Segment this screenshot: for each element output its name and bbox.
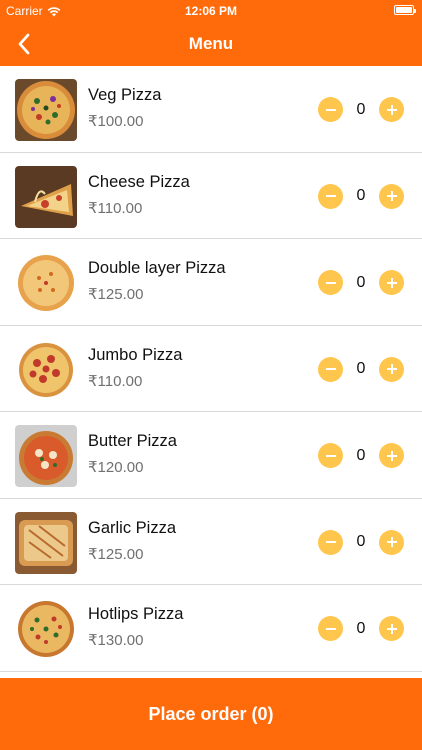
double-layer-pizza-photo xyxy=(15,252,77,314)
increase-button[interactable] xyxy=(379,443,404,468)
plus-icon xyxy=(386,364,397,374)
minus-icon xyxy=(325,108,336,111)
butter-pizza-photo xyxy=(15,425,77,487)
battery-icon xyxy=(394,5,416,15)
item-price: ₹100.00 xyxy=(88,113,144,130)
decrease-button[interactable] xyxy=(318,616,343,641)
plus-icon xyxy=(386,537,397,547)
item-name: Cheese Pizza xyxy=(88,172,190,191)
increase-button[interactable] xyxy=(379,529,404,555)
item-name: Veg Pizza xyxy=(88,86,162,104)
jumbo-pizza-photo xyxy=(15,338,77,401)
plus-icon xyxy=(386,623,397,634)
item-price: ₹120.00 xyxy=(88,459,144,476)
decrease-button[interactable] xyxy=(318,183,343,209)
garlic-pizza-photo xyxy=(15,511,77,574)
minus-icon xyxy=(325,541,336,543)
menu-item-row: Hotlips Pizza ₹130.00 0 xyxy=(0,585,422,672)
menu-item-row: Butter Pizza ₹120.00 0 xyxy=(0,412,422,499)
menu-item-row: Veg Pizza ₹100.00 0 xyxy=(0,66,422,153)
quantity-stepper: 0 xyxy=(318,97,404,122)
menu-item-row: Jumbo Pizza ₹110.00 0 xyxy=(0,326,422,412)
menu-item-row: Double layer Pizza ₹125.00 0 xyxy=(0,239,422,326)
item-name: Butter Pizza xyxy=(88,432,177,450)
item-name: Garlic Pizza xyxy=(88,518,177,537)
minus-icon xyxy=(325,454,336,457)
decrease-button[interactable] xyxy=(318,97,343,122)
decrease-button[interactable] xyxy=(318,270,343,295)
increase-button[interactable] xyxy=(379,270,404,295)
quantity-value: 0 xyxy=(356,273,366,291)
quantity-stepper: 0 xyxy=(318,616,404,641)
decrease-button[interactable] xyxy=(318,529,343,555)
quantity-value: 0 xyxy=(356,187,366,204)
quantity-stepper: 0 xyxy=(318,356,404,382)
quantity-value: 0 xyxy=(356,533,366,550)
hotlips-pizza-photo xyxy=(15,598,77,660)
menu-item-row: Garlic Pizza ₹125.00 0 xyxy=(0,499,422,585)
quantity-stepper: 0 xyxy=(318,270,404,295)
plus-icon xyxy=(386,277,397,288)
item-name: Jumbo Pizza xyxy=(88,345,183,364)
item-price: ₹125.00 xyxy=(88,286,144,303)
minus-icon xyxy=(325,281,336,284)
quantity-stepper: 0 xyxy=(318,183,404,209)
cheese-pizza-photo xyxy=(15,165,77,228)
quantity-value: 0 xyxy=(356,360,366,377)
minus-icon xyxy=(325,627,336,630)
item-name: Hotlips Pizza xyxy=(88,605,184,623)
quantity-stepper: 0 xyxy=(318,529,404,555)
nav-bar: Menu xyxy=(0,22,422,66)
menu-item-row: Cheese Pizza ₹110.00 0 xyxy=(0,153,422,239)
plus-icon xyxy=(386,104,397,115)
quantity-value: 0 xyxy=(356,446,366,464)
item-price: ₹130.00 xyxy=(88,632,144,649)
minus-icon xyxy=(325,368,336,370)
decrease-button[interactable] xyxy=(318,443,343,468)
menu-list[interactable]: Veg Pizza ₹100.00 0 Cheese Pizza ₹110.00 xyxy=(0,66,422,678)
item-price: ₹110.00 xyxy=(88,372,143,390)
quantity-value: 0 xyxy=(356,100,366,118)
minus-icon xyxy=(325,195,336,197)
quantity-stepper: 0 xyxy=(318,443,404,468)
plus-icon xyxy=(386,191,397,201)
item-name: Double layer Pizza xyxy=(88,259,226,277)
veg-pizza-photo xyxy=(15,79,77,141)
quantity-value: 0 xyxy=(356,619,366,637)
clock: 12:06 PM xyxy=(184,4,238,18)
page-title: Menu xyxy=(188,34,234,53)
increase-button[interactable] xyxy=(379,616,404,641)
increase-button[interactable] xyxy=(379,97,404,122)
status-bar: Carrier 12:06 PM xyxy=(0,0,422,22)
item-price: ₹125.00 xyxy=(88,545,144,563)
plus-icon xyxy=(386,450,397,461)
place-order-button[interactable]: Place order (0) xyxy=(0,678,422,750)
increase-button[interactable] xyxy=(379,356,404,382)
item-price: ₹110.00 xyxy=(88,199,143,217)
increase-button[interactable] xyxy=(379,183,404,209)
decrease-button[interactable] xyxy=(318,356,343,382)
